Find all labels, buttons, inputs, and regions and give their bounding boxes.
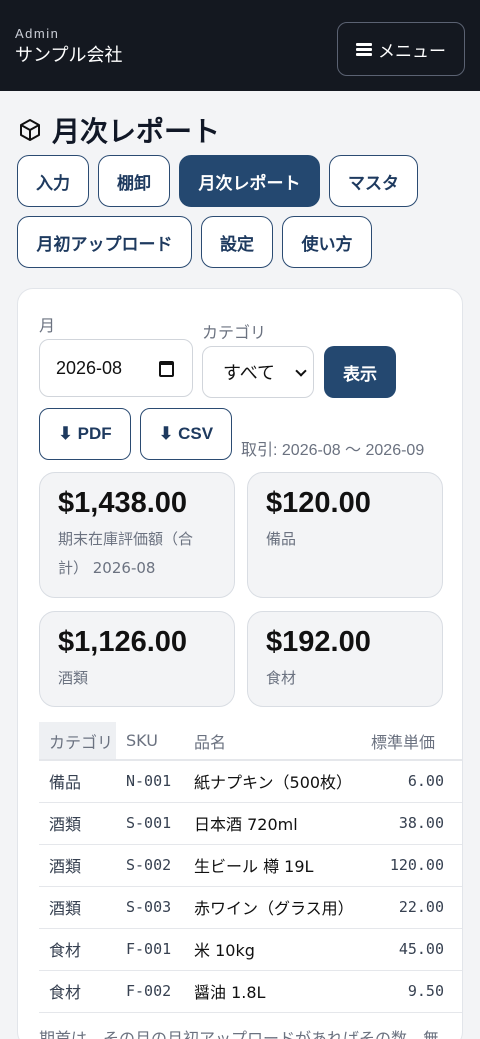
- download-icon: ⬇: [58, 424, 73, 443]
- page-title-text: 月次レポート: [52, 115, 221, 148]
- period-text: 取引: 2026-08 〜 2026-09: [241, 442, 425, 459]
- stat-value: $1,438.00: [58, 487, 188, 519]
- stat-card-liquor: $1,126.00 酒類: [39, 611, 235, 707]
- cell-sku: F-001: [116, 928, 184, 971]
- chevron-down-icon: [295, 365, 307, 377]
- footer-note: 期首は、その月の月初アップロードがあればその数、無: [39, 1029, 440, 1039]
- table-row: 酒類 S-002 生ビール 樽 19L 120.00 1: [39, 844, 462, 887]
- table-row: 食材 F-002 醤油 1.8L 9.50: [39, 970, 462, 1013]
- company-name: サンプル会社: [15, 45, 123, 66]
- show-button[interactable]: 表示: [324, 346, 396, 398]
- cell-category: 酒類: [39, 802, 116, 845]
- stat-value: $1,126.00: [58, 626, 188, 658]
- stat-label: 備品: [266, 530, 297, 548]
- stat-label: 酒類: [58, 669, 89, 687]
- stat-label: 期末在庫評価額（合計） 2026-08: [58, 530, 194, 577]
- cell-sku: N-001: [116, 760, 184, 803]
- stat-card-equipment: $120.00 備品: [247, 472, 443, 598]
- cell-sku: S-003: [116, 886, 184, 929]
- cell-sku: S-001: [116, 802, 184, 845]
- nav-help-button[interactable]: 使い方: [282, 216, 372, 268]
- pdf-label: PDF: [77, 424, 112, 443]
- top-bar: Admin サンプル会社 メニュー: [0, 0, 480, 91]
- csv-download-button[interactable]: ⬇ CSV: [140, 408, 232, 460]
- stat-card-total: $1,438.00 期末在庫評価額（合計） 2026-08: [39, 472, 235, 598]
- category-value: すべて: [223, 363, 276, 384]
- cube-icon: [20, 119, 40, 141]
- nav-settings-button[interactable]: 設定: [201, 216, 273, 268]
- table-header-row: カテゴリ SKU 品名 標準単価 平: [39, 722, 462, 761]
- column-header[interactable]: 品名: [184, 722, 361, 761]
- nav-master-button[interactable]: マスタ: [329, 155, 418, 207]
- cell-name: 生ビール 樽 19L: [184, 844, 361, 887]
- cell-category: 酒類: [39, 886, 116, 929]
- cell-price: 6.00: [361, 760, 454, 803]
- cell-extra: 1: [454, 844, 462, 887]
- calendar-icon[interactable]: [159, 361, 174, 377]
- menu-button[interactable]: メニュー: [337, 22, 465, 76]
- cell-price: 38.00: [361, 802, 454, 845]
- table-row: 酒類 S-001 日本酒 720ml 38.00: [39, 802, 462, 845]
- download-icon: ⬇: [158, 424, 174, 443]
- stat-value: $192.00: [266, 626, 371, 658]
- nav-month-upload-button[interactable]: 月初アップロード: [17, 216, 192, 268]
- column-header[interactable]: SKU: [116, 722, 184, 761]
- cell-category: 酒類: [39, 844, 116, 887]
- nav-monthly-report-button[interactable]: 月次レポート: [179, 155, 320, 207]
- cell-category: 食材: [39, 970, 116, 1013]
- pdf-download-button[interactable]: ⬇ PDF: [39, 408, 131, 460]
- cell-extra: [454, 886, 462, 929]
- cell-sku: F-002: [116, 970, 184, 1013]
- cell-name: 醤油 1.8L: [184, 970, 361, 1013]
- cell-extra: [454, 970, 462, 1013]
- column-header[interactable]: カテゴリ: [39, 722, 116, 761]
- stat-label: 食材: [266, 669, 297, 687]
- month-input[interactable]: 2026-08: [39, 339, 193, 397]
- cell-extra: [454, 760, 462, 803]
- cell-price: 120.00: [361, 844, 454, 887]
- brand-subtitle: Admin: [15, 26, 60, 41]
- table-row: 食材 F-001 米 10kg 45.00: [39, 928, 462, 971]
- stat-card-food: $192.00 食材: [247, 611, 443, 707]
- cell-name: 米 10kg: [184, 928, 361, 971]
- table-row: 酒類 S-003 赤ワイン（グラス用） 22.00: [39, 886, 462, 929]
- cell-category: 食材: [39, 928, 116, 971]
- column-header[interactable]: 平: [454, 722, 462, 761]
- nav-inventory-button[interactable]: 棚卸: [98, 155, 170, 207]
- cell-name: 紙ナプキン（500枚）: [184, 760, 361, 803]
- stat-value: $120.00: [266, 487, 371, 519]
- inventory-table: カテゴリ SKU 品名 標準単価 平 備品 N-001 紙ナプキン（500枚） …: [39, 722, 462, 1013]
- cell-name: 赤ワイン（グラス用）: [184, 886, 361, 929]
- month-label: 月: [39, 316, 56, 335]
- month-value: 2026-08: [56, 357, 123, 378]
- column-header[interactable]: 標準単価: [361, 722, 454, 761]
- cell-price: 22.00: [361, 886, 454, 929]
- menu-label: メニュー: [378, 41, 446, 62]
- csv-label: CSV: [178, 424, 214, 443]
- cell-price: 9.50: [361, 970, 454, 1013]
- cell-price: 45.00: [361, 928, 454, 971]
- cell-category: 備品: [39, 760, 116, 803]
- nav-input-button[interactable]: 入力: [17, 155, 89, 207]
- category-label: カテゴリ: [202, 323, 267, 342]
- page-title: 月次レポート: [18, 110, 220, 150]
- hamburger-icon: [356, 42, 372, 56]
- table-row: 備品 N-001 紙ナプキン（500枚） 6.00: [39, 760, 462, 803]
- cell-sku: S-002: [116, 844, 184, 887]
- cell-extra: [454, 802, 462, 845]
- report-card: 月 2026-08 カテゴリ すべて 表示 ⬇ PDF ⬇ CSV 取引: 20…: [17, 288, 463, 1039]
- cell-extra: [454, 928, 462, 971]
- category-select[interactable]: すべて: [202, 346, 314, 398]
- cell-name: 日本酒 720ml: [184, 802, 361, 845]
